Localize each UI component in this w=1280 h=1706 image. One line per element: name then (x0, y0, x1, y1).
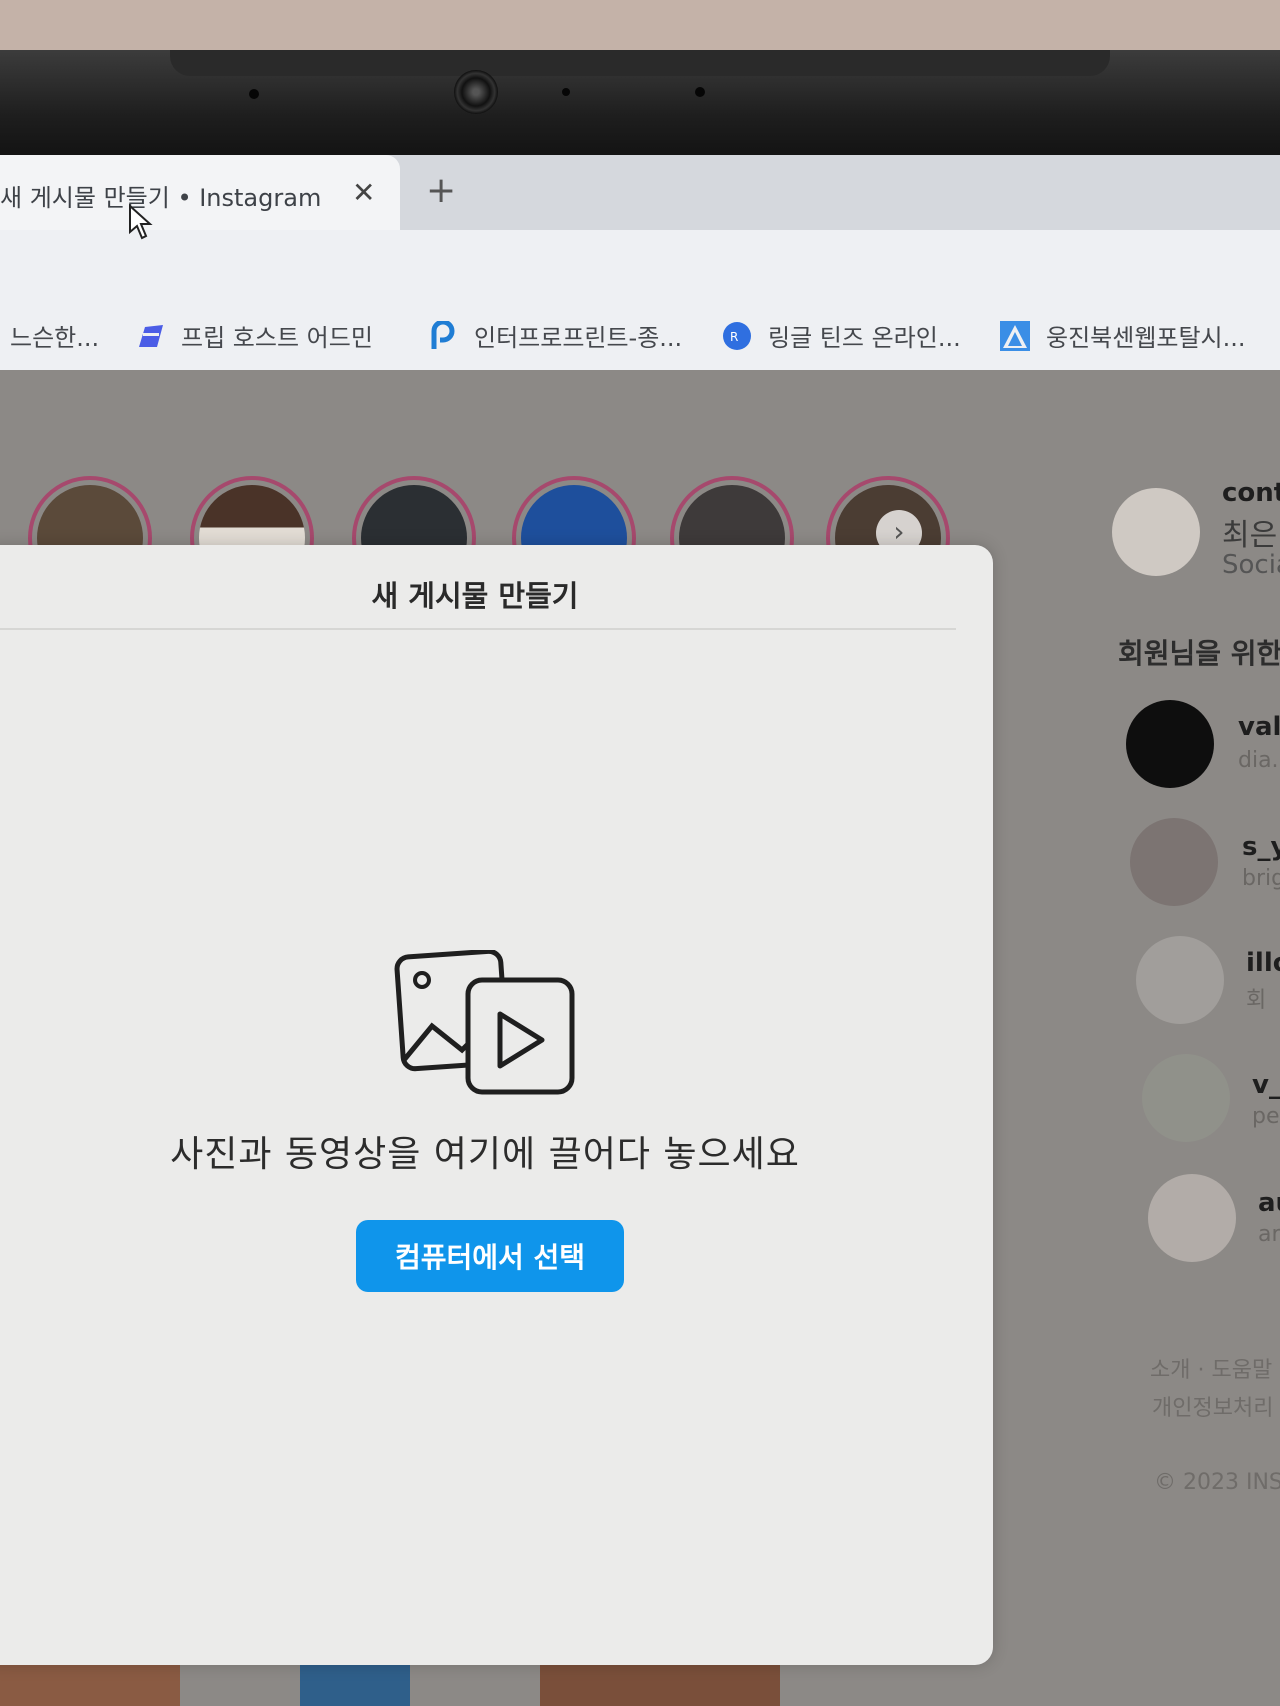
suggestion-avatar[interactable] (1136, 936, 1224, 1024)
sensor-dot (562, 88, 570, 96)
suggestion-name[interactable]: illo (1246, 948, 1280, 978)
sensor-dot (249, 89, 259, 99)
suggestion-sub: brig (1242, 866, 1280, 891)
new-tab-button[interactable]: + (426, 170, 456, 211)
suggestion-sub: pe (1252, 1104, 1280, 1129)
suggested-heading: 회원님을 위한 (1118, 637, 1280, 670)
bookmark-label: 웅진북센웹포탈시... (1046, 324, 1246, 352)
profile-name: 최은 (1222, 518, 1278, 553)
modal-divider (0, 628, 956, 630)
copyright-text: © 2023 INST (1154, 1470, 1280, 1495)
bookmark-label: 링글 틴즈 온라인... (768, 324, 961, 352)
frip-icon (139, 324, 163, 347)
suggestion-name[interactable]: valu (1238, 712, 1280, 742)
bookmark-item[interactable]: R 링글 틴즈 온라인... (722, 318, 961, 353)
bookmark-item[interactable]: 느슨한... (10, 318, 99, 353)
bookmark-label: 느슨한... (10, 324, 100, 352)
footer-links[interactable]: 소개 · 도움말 (1150, 1352, 1272, 1384)
a-logo-icon (1000, 320, 1030, 351)
suggestion-avatar[interactable] (1126, 700, 1214, 788)
suggestion-avatar[interactable] (1142, 1054, 1230, 1142)
bookmark-item[interactable]: 프립 호스트 어드민 (135, 318, 373, 353)
suggestion-name[interactable]: au (1258, 1188, 1280, 1218)
mouse-cursor-icon (129, 204, 153, 240)
footer-links[interactable]: 개인정보처리 (1152, 1390, 1273, 1422)
modal-title: 새 게시물 만들기 (371, 579, 579, 613)
tab-title[interactable]: 새 게시물 만들기 • Instagram (0, 178, 321, 213)
bookmark-label: 프립 호스트 어드민 (181, 324, 373, 352)
p-logo-icon (431, 320, 455, 349)
ringle-icon: R (723, 321, 751, 350)
profile-avatar[interactable] (1112, 488, 1200, 576)
bookmark-label: 인터프로프린트-종... (474, 324, 683, 352)
suggestion-sub: 회 (1246, 988, 1267, 1013)
bezel-notch (170, 50, 1110, 76)
select-from-computer-button[interactable]: 컴퓨터에서 선택 (356, 1220, 624, 1292)
svg-text:R: R (730, 330, 738, 344)
suggestion-name[interactable]: s_y (1242, 832, 1280, 862)
suggestion-sub: ar (1258, 1222, 1280, 1247)
webcam (454, 70, 498, 114)
sensor-dot (695, 87, 705, 97)
tab-close-icon[interactable]: ✕ (352, 176, 375, 209)
suggestion-sub: dia. (1238, 748, 1279, 773)
bookmark-item[interactable]: 인터프로프린트-종... (428, 318, 682, 353)
suggestion-name[interactable]: v_ (1252, 1070, 1280, 1100)
drop-instruction: 사진과 동영상을 여기에 끌어다 놓으세요 (170, 1134, 800, 1175)
create-post-modal (0, 545, 993, 1665)
photo-video-icon (394, 950, 575, 1095)
bookmark-item[interactable]: 웅진북센웹포탈시... (1000, 318, 1246, 353)
profile-username[interactable]: cont (1222, 478, 1280, 508)
suggestion-avatar[interactable] (1148, 1174, 1236, 1262)
suggestion-avatar[interactable] (1130, 818, 1218, 906)
profile-sub: Socia (1222, 550, 1280, 580)
